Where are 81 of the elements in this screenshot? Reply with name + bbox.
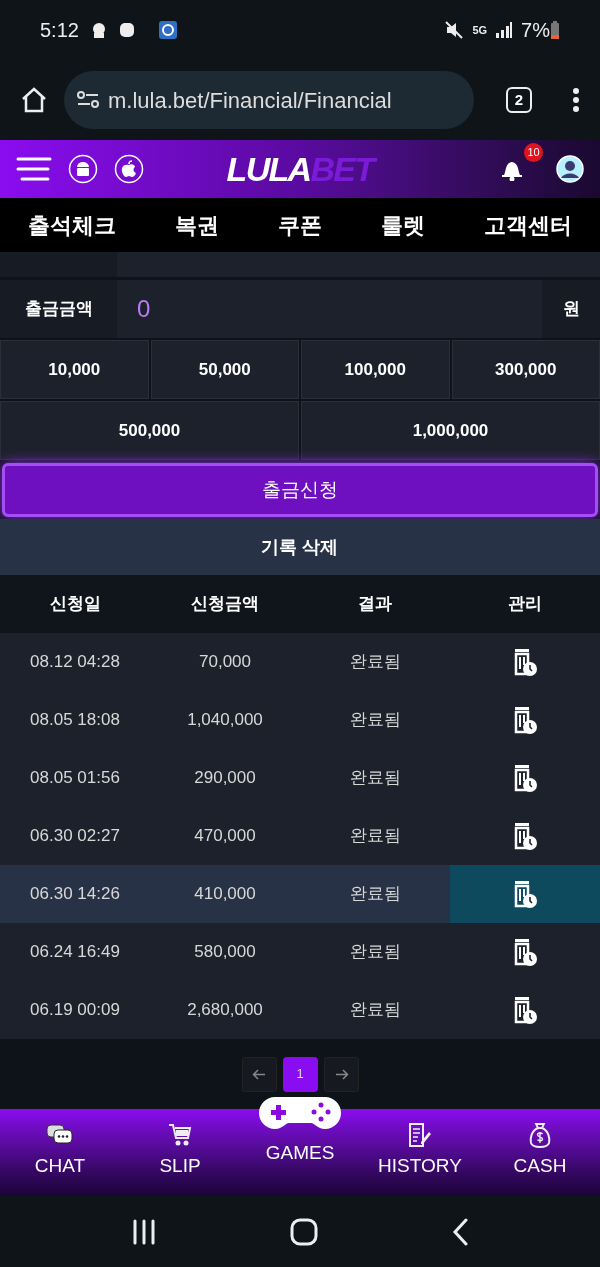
site-settings-icon[interactable]: [76, 90, 100, 110]
amount-cell-text: 410,000: [193, 883, 257, 906]
result-cell-text: 완료됨: [348, 883, 402, 906]
nav-menu-link[interactable]: 출석체크: [28, 208, 116, 242]
quick-amount-button[interactable]: 100,000: [301, 340, 450, 399]
status-time: 5:12: [40, 18, 79, 43]
withdraw-request-button[interactable]: 출금신청: [2, 463, 598, 517]
column-header: 신청금액: [190, 593, 260, 616]
result-cell-text: 완료됨: [348, 825, 402, 848]
nav-menu-link[interactable]: 복권: [175, 208, 219, 242]
amount-cell-text: 70,000: [198, 651, 252, 674]
tab-count-button[interactable]: 2: [506, 87, 532, 113]
amount-cell-text: 470,000: [193, 825, 257, 848]
bottom-nav-item[interactable]: HISTORY: [360, 1109, 480, 1196]
bottom-nav-item[interactable]: CHAT: [0, 1109, 120, 1196]
date-cell-text: 06.19 00:09: [29, 999, 121, 1022]
network-type: 5G: [472, 24, 488, 36]
url-text: m.lula.bet/Financial/Financial: [108, 86, 392, 115]
nav-menu-link[interactable]: 고객센터: [484, 208, 572, 242]
trash-clock-icon[interactable]: [512, 705, 538, 735]
amount-label: 출금금액: [0, 280, 117, 338]
column-header: 신청일: [48, 593, 102, 616]
notification-icon: [90, 21, 107, 39]
document-pen-icon: [407, 1121, 433, 1148]
previous-page-button[interactable]: [241, 1056, 277, 1092]
quick-amount-button[interactable]: 500,000: [0, 401, 299, 460]
date-cell-text: 06.30 02:27: [29, 825, 121, 848]
signal-icon: [495, 21, 514, 39]
page-button[interactable]: 1: [282, 1056, 318, 1092]
trash-clock-icon[interactable]: [512, 879, 538, 909]
menu-icon[interactable]: [16, 156, 52, 182]
address-bar[interactable]: m.lula.bet/Financial/Financial: [64, 71, 474, 129]
notification-icon: [118, 21, 135, 39]
quick-amount-button[interactable]: 1,000,000: [301, 401, 600, 460]
profile-icon[interactable]: [556, 155, 584, 183]
trash-clock-icon[interactable]: [512, 995, 538, 1025]
amount-input[interactable]: 0: [117, 280, 542, 338]
amount-cell-text: 1,040,000: [186, 709, 264, 732]
trash-clock-icon[interactable]: [512, 821, 538, 851]
trash-clock-icon[interactable]: [512, 937, 538, 967]
more-options-icon[interactable]: [572, 87, 580, 113]
bottom-nav-item[interactable]: SLIP: [120, 1109, 240, 1196]
bottom-nav-item[interactable]: CASH: [480, 1109, 600, 1196]
trash-clock-icon[interactable]: [512, 647, 538, 677]
quick-amount-button[interactable]: 50,000: [150, 340, 299, 399]
mute-icon: [444, 20, 465, 40]
android-icon[interactable]: [68, 154, 98, 184]
nav-menu-link[interactable]: 쿠폰: [278, 208, 322, 242]
delete-history-button[interactable]: 기록 삭제: [0, 519, 600, 575]
currency-unit: 원: [542, 280, 600, 338]
result-cell-text: 완료됨: [348, 651, 402, 674]
date-cell-text: 06.30 14:26: [29, 883, 121, 906]
bottom-nav-item[interactable]: GAMES: [240, 1095, 360, 1196]
result-cell-text: 완료됨: [348, 767, 402, 790]
battery-icon: [550, 20, 560, 40]
money-bag-icon: [528, 1121, 552, 1148]
result-cell-text: 완료됨: [348, 999, 402, 1022]
battery-percent: 7%: [521, 18, 550, 43]
result-cell-text: 완료됨: [348, 941, 402, 964]
result-cell-text: 완료됨: [348, 709, 402, 732]
quick-amount-button[interactable]: 300,000: [451, 340, 600, 399]
app-icon: [158, 21, 177, 39]
cart-icon: [167, 1121, 193, 1148]
column-header: 관리: [507, 593, 543, 616]
back-icon[interactable]: [451, 1217, 470, 1246]
apple-icon[interactable]: [114, 154, 144, 184]
column-header: 결과: [357, 593, 393, 616]
trash-clock-icon[interactable]: [512, 763, 538, 793]
date-cell-text: 08.05 18:08: [29, 709, 121, 732]
amount-cell-text: 580,000: [193, 941, 257, 964]
quick-amount-button[interactable]: 10,000: [0, 340, 149, 399]
amount-cell-text: 2,680,000: [186, 999, 264, 1022]
nav-menu-link[interactable]: 룰렛: [381, 208, 425, 242]
date-cell-text: 08.05 01:56: [29, 767, 121, 790]
date-cell-text: 06.24 16:49: [29, 941, 121, 964]
amount-cell-text: 290,000: [193, 767, 257, 790]
notification-badge: 10: [524, 143, 543, 162]
home-button-icon[interactable]: [290, 1217, 318, 1246]
home-icon[interactable]: [20, 86, 48, 114]
next-page-button[interactable]: [323, 1056, 359, 1092]
date-cell-text: 08.12 04:28: [29, 651, 121, 674]
